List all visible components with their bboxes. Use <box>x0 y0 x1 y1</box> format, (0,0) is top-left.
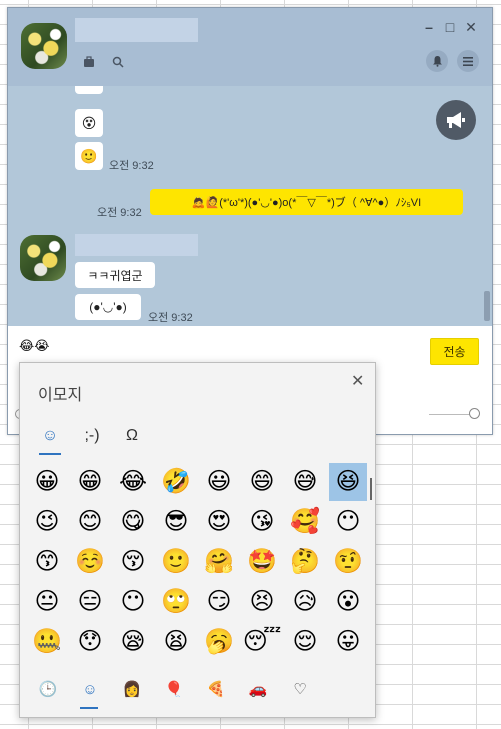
chat-scrollbar[interactable] <box>484 291 490 321</box>
active-tab-indicator <box>39 453 61 455</box>
pizza-icon[interactable]: 🍕 <box>202 675 230 703</box>
megaphone-icon[interactable] <box>436 100 476 140</box>
emoji-cell[interactable]: 🙄 <box>157 583 195 621</box>
search-icon[interactable] <box>109 53 127 71</box>
emoji-cell[interactable]: 😂 <box>114 463 152 501</box>
emoji-cell[interactable]: 😀 <box>28 463 66 501</box>
message-timestamp: 오전 9:32 <box>97 207 142 219</box>
recent-icon[interactable]: 🕒 <box>34 675 62 703</box>
emoji-cell[interactable]: 😯 <box>71 623 109 661</box>
emoticon-message: 🙂 <box>75 142 103 170</box>
chat-header: – □ ✕ <box>8 8 492 86</box>
emoji-cell[interactable]: 🤨 <box>329 543 367 581</box>
incoming-message: ㅋㅋ귀엽군 <box>75 262 155 288</box>
emoji-cell[interactable]: 😴 <box>243 623 282 661</box>
emoji-grid: 😀 😁 😂 🤣 😃 😄 😅 😆 😉 😊 😋 😎 😍 😘 🥰 😶 😙 ☺️ 😚 🙂 🤗 🤩 🤔 🤨 😐 😑 😶 🙄 😏 😣 😥 😮 🤐 😯 😪 😫 🥱 😴 😌… <box>20 463 375 663</box>
emoji-grid-scrollbar[interactable] <box>370 478 372 500</box>
emoji-picker-panel: 이모지 ✕ ☺ ;-) Ω 😀 😁 😂 🤣 😃 😄 😅 😆 😉 😊 😋 😎 😍 😘 🥰 😶 😙 ☺️ 😚 🙂 🤗 🤩 🤔 🤨 😐… <box>19 362 376 718</box>
active-category-indicator <box>80 707 98 709</box>
emoji-cell[interactable]: 😛 <box>329 623 367 661</box>
emoji-cell[interactable]: 😫 <box>157 623 195 661</box>
emoji-cell[interactable]: 😏 <box>200 583 238 621</box>
send-button[interactable]: 전송 <box>430 338 479 365</box>
friend-name-redacted <box>75 234 198 256</box>
emoji-cell[interactable]: 😶 <box>114 583 152 621</box>
tab-emoji[interactable]: ☺ <box>36 421 64 451</box>
emoji-cell[interactable]: 😉 <box>28 503 66 541</box>
emoji-cell[interactable]: 😚 <box>114 543 152 581</box>
emoji-cell[interactable]: 🥱 <box>200 623 238 661</box>
tab-kaomoji[interactable]: ;-) <box>76 421 108 451</box>
emoji-cell[interactable]: 😊 <box>71 503 109 541</box>
emoji-cell[interactable]: 😪 <box>114 623 152 661</box>
emoji-cell[interactable]: 😋 <box>114 503 152 541</box>
toolbox-icon[interactable] <box>80 53 98 71</box>
emoji-cell[interactable]: 😙 <box>28 543 66 581</box>
message-timestamp: 오전 9:32 <box>109 160 154 172</box>
menu-icon[interactable] <box>457 50 479 72</box>
emoticon-message <box>75 86 103 94</box>
balloon-icon[interactable]: 🎈 <box>160 675 188 703</box>
emoji-cell[interactable]: 😐 <box>28 583 66 621</box>
emoji-cell[interactable]: 😣 <box>243 583 281 621</box>
friend-name-redacted <box>75 18 198 42</box>
emoji-cell[interactable]: 🤣 <box>157 463 195 501</box>
friend-avatar[interactable] <box>21 23 67 69</box>
emoji-cell[interactable]: 🤐 <box>28 623 66 661</box>
emoji-panel-title: 이모지 <box>38 387 83 404</box>
emoji-cell[interactable]: 😍 <box>200 503 238 541</box>
opacity-slider-knob[interactable] <box>469 408 480 419</box>
car-icon[interactable]: 🚗 <box>244 675 272 703</box>
emoji-cell[interactable]: 😑 <box>71 583 109 621</box>
incoming-message: (●'◡'●) <box>75 294 141 320</box>
bell-icon[interactable] <box>426 50 448 72</box>
emoji-cell[interactable]: 😥 <box>286 583 324 621</box>
tab-symbols[interactable]: Ω <box>118 421 146 451</box>
emoji-cell[interactable]: 😃 <box>200 463 238 501</box>
emoji-cell[interactable]: 😶 <box>329 503 367 541</box>
emoji-cell[interactable]: 😄 <box>243 463 281 501</box>
close-icon[interactable]: ✕ <box>351 371 364 391</box>
emoji-cell[interactable]: 😅 <box>286 463 324 501</box>
heart-icon[interactable]: ♡ <box>286 675 314 703</box>
smiley-icon[interactable]: ☺ <box>76 675 104 703</box>
message-timestamp: 오전 9:32 <box>148 312 193 324</box>
emoticon-message: 😵 <box>75 109 103 137</box>
emoji-cell[interactable]: 🥰 <box>286 503 324 541</box>
emoji-cell[interactable]: 😁 <box>71 463 109 501</box>
emoji-cell[interactable]: 😮 <box>329 583 367 621</box>
people-icon[interactable]: 👩 <box>118 675 146 703</box>
maximize-button[interactable]: □ <box>442 19 458 35</box>
emoji-cell[interactable]: 😆 <box>329 463 367 501</box>
emoji-cell[interactable]: 🤗 <box>200 543 238 581</box>
close-button[interactable]: ✕ <box>463 19 479 35</box>
chat-message-area[interactable]: 😵 🙂 오전 9:32 오전 9:32 🙇🙋(*'ω'*)(●'◡'●)o(*￣… <box>8 86 492 326</box>
emoji-cell[interactable]: 😎 <box>157 503 195 541</box>
message-input[interactable]: 😂😭 <box>19 338 49 354</box>
emoji-cell[interactable]: 😘 <box>243 503 281 541</box>
emoji-cell[interactable]: 🤔 <box>286 543 324 581</box>
emoji-cell[interactable]: 🙂 <box>157 543 195 581</box>
emoji-cell[interactable]: ☺️ <box>71 543 109 581</box>
emoji-cell[interactable]: 😌 <box>286 623 324 661</box>
friend-avatar[interactable] <box>20 235 66 281</box>
emoji-cell[interactable]: 🤩 <box>243 543 281 581</box>
outgoing-message: 🙇🙋(*'ω'*)(●'◡'●)o(*￣▽￣*)ブ（ ^∀^●）ﾉｼ₅VI <box>150 189 463 215</box>
minimize-button[interactable]: – <box>421 19 437 35</box>
